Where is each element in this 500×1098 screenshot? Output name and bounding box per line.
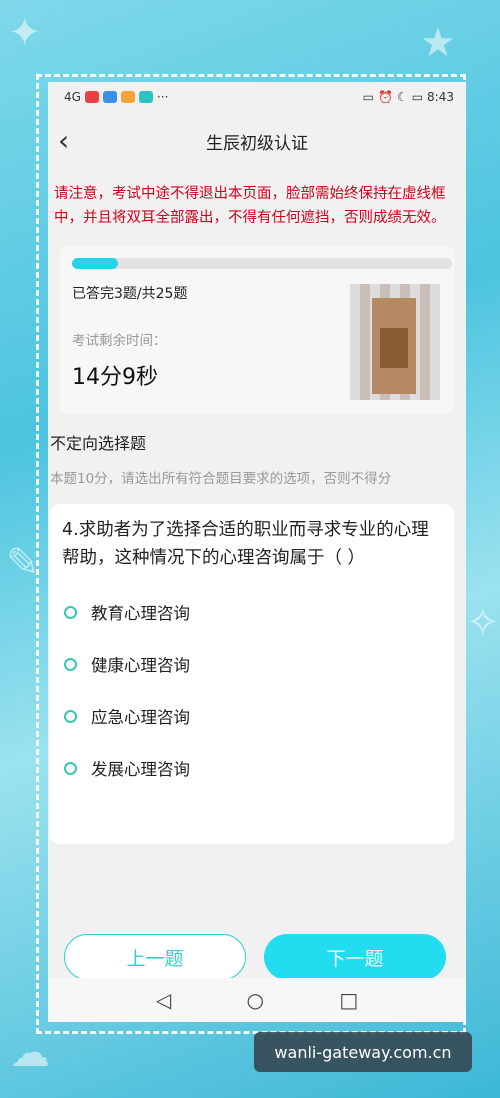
option-item[interactable]: 应急心理咨询 — [62, 704, 442, 728]
radio-icon[interactable] — [64, 709, 77, 723]
question-type: 不定向选择题 — [50, 434, 147, 453]
home-circle-icon[interactable]: ○ — [247, 988, 264, 1012]
phone-screen: 4G ··· ▭ ⏰ ☾ ▭ 8:43 ‹ 生辰初级认证 请注意，考试中途不得退… — [48, 82, 466, 1022]
alarm-icon: ⏰ — [377, 90, 393, 104]
previous-question-button[interactable]: 上一题 — [64, 934, 246, 980]
option-label: 教育心理咨询 — [91, 604, 190, 623]
app-notification-icon — [120, 91, 135, 103]
background-decoration: ✦ — [8, 10, 42, 56]
question-card: 4.求助者为了选择合适的职业而寻求专业的心理帮助，这种情况下的心理咨询属于（ ）… — [50, 504, 454, 844]
option-item[interactable]: 教育心理咨询 — [62, 600, 442, 624]
recent-square-icon[interactable]: □ — [339, 988, 358, 1012]
navigation-buttons: 上一题 下一题 — [48, 934, 466, 980]
radio-icon[interactable] — [64, 657, 77, 671]
background-decoration: ★ — [420, 20, 456, 66]
radio-icon[interactable] — [64, 761, 77, 775]
progress-fill — [72, 258, 118, 269]
app-notification-icon — [84, 91, 99, 103]
battery-icon: ▭ — [411, 90, 424, 104]
status-left: 4G ··· — [64, 90, 168, 104]
question-area: 不定向选择题 本题10分，请选出所有符合题目要求的选项，否则不得分 4.求助者为… — [48, 430, 466, 844]
exam-status-card: 已答完3题/共25题 考试剩余时间： 14分9秒 — [60, 246, 454, 414]
background-decoration: ☁ — [10, 1030, 50, 1076]
option-item[interactable]: 发展心理咨询 — [62, 756, 442, 780]
question-text: 4.求助者为了选择合适的职业而寻求专业的心理帮助，这种情况下的心理咨询属于（ ） — [62, 520, 429, 568]
radio-icon[interactable] — [64, 605, 77, 619]
next-question-button[interactable]: 下一题 — [264, 934, 446, 980]
clock-time: 8:43 — [427, 90, 454, 104]
system-nav-bar: ◁ ○ □ — [48, 978, 466, 1022]
option-label: 发展心理咨询 — [91, 760, 190, 779]
option-label: 健康心理咨询 — [91, 656, 190, 675]
page-title: 生辰初级认证 — [206, 133, 308, 154]
app-notification-icon — [102, 91, 117, 103]
app-notification-icon — [138, 91, 153, 103]
warning-text: 请注意，考试中途不得退出本页面，脸部需始终保持在虚线框中，并且将双耳全部露出，不… — [48, 170, 466, 238]
network-indicator: 4G — [64, 90, 81, 104]
back-triangle-icon[interactable]: ◁ — [156, 988, 171, 1012]
progress-bar — [72, 258, 452, 269]
option-label: 应急心理咨询 — [91, 708, 190, 727]
background-decoration: ✧ — [466, 600, 500, 646]
background-decoration: ✎ — [6, 540, 40, 586]
nav-bar: ‹ 生辰初级认证 — [48, 112, 466, 170]
cast-icon: ▭ — [362, 90, 374, 104]
more-notifications-icon: ··· — [156, 90, 169, 104]
chevron-left-icon[interactable]: ‹ — [58, 124, 69, 157]
status-right: ▭ ⏰ ☾ ▭ 8:43 — [363, 90, 454, 104]
status-bar: 4G ··· ▭ ⏰ ☾ ▭ 8:43 — [48, 82, 466, 112]
face-blur — [380, 328, 408, 368]
option-item[interactable]: 健康心理咨询 — [62, 652, 442, 676]
question-instructions: 本题10分，请选出所有符合题目要求的选项，否则不得分 — [50, 471, 392, 487]
moon-icon: ☾ — [396, 90, 408, 104]
face-camera-preview — [350, 284, 440, 400]
watermark: wanli-gateway.com.cn — [254, 1032, 472, 1072]
